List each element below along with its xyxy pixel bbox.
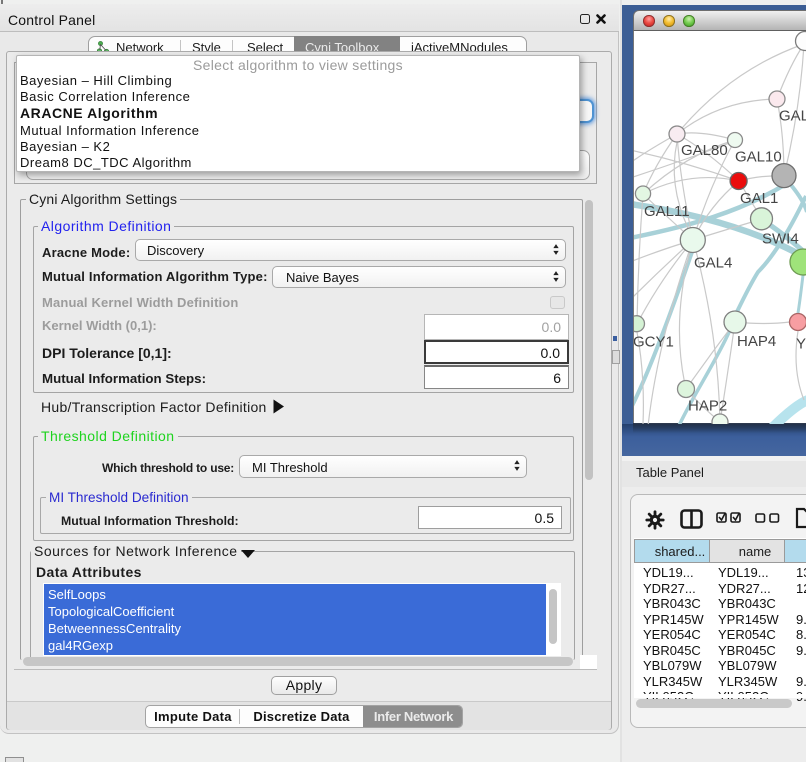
svg-text:GAL10: GAL10 — [735, 149, 782, 166]
svg-text:GAL4: GAL4 — [694, 255, 732, 272]
svg-text:SWI4: SWI4 — [762, 231, 799, 248]
svg-text:GAL80: GAL80 — [681, 142, 728, 159]
svg-text:GAL1: GAL1 — [740, 190, 778, 207]
svg-text:GCY1: GCY1 — [634, 334, 674, 351]
svg-text:HAP2: HAP2 — [688, 398, 727, 415]
svg-text:GAL7: GAL7 — [779, 108, 806, 125]
svg-text:Y: Y — [796, 336, 806, 353]
svg-text:GAL11: GAL11 — [644, 203, 690, 220]
svg-text:HAP4: HAP4 — [737, 333, 776, 350]
